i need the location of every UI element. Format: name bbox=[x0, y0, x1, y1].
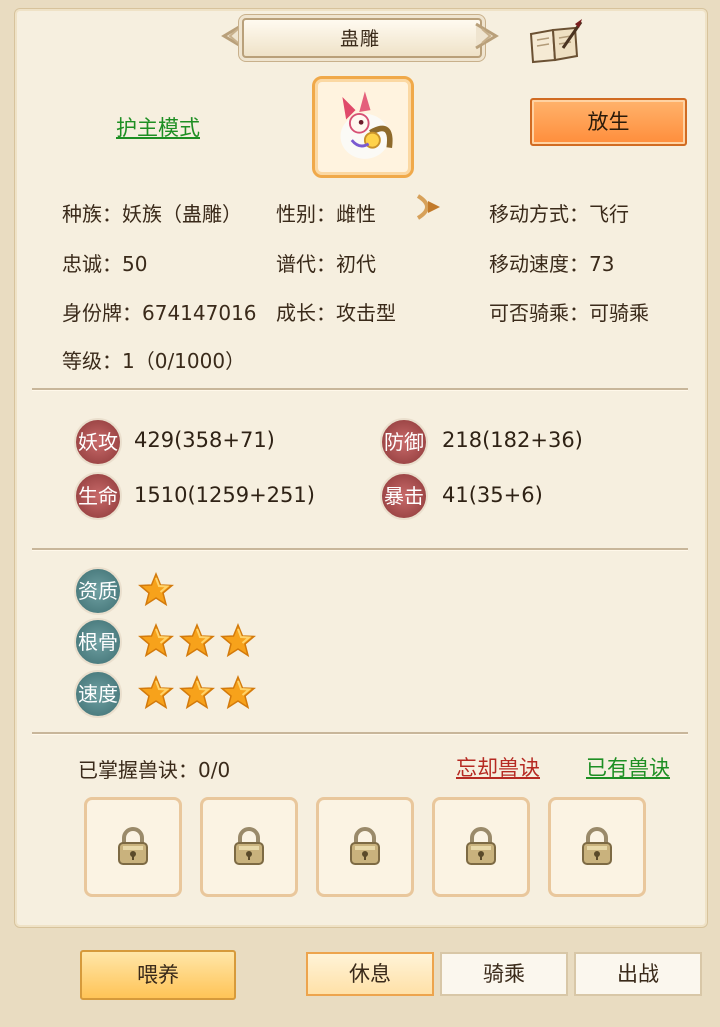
tab-ride[interactable]: 骑乘 bbox=[440, 952, 568, 996]
owned-skills-link[interactable]: 已有兽诀 bbox=[586, 752, 670, 782]
star-icon bbox=[220, 675, 256, 711]
gender-info: 性别：雌性 bbox=[276, 202, 376, 226]
release-button[interactable]: 放生 bbox=[530, 98, 687, 146]
defense-badge: 防御 bbox=[380, 418, 428, 466]
skill-slot[interactable] bbox=[84, 797, 182, 897]
attack-badge: 妖攻 bbox=[74, 418, 122, 466]
star-icon bbox=[220, 623, 256, 659]
divider bbox=[32, 548, 688, 551]
skill-slot[interactable] bbox=[200, 797, 298, 897]
book-quill-icon[interactable] bbox=[527, 18, 583, 64]
pet-creature-image bbox=[340, 91, 393, 159]
feed-button[interactable]: 喂养 bbox=[80, 950, 236, 1000]
forget-skill-link[interactable]: 忘却兽诀 bbox=[456, 752, 540, 782]
pet-portrait[interactable] bbox=[312, 76, 414, 178]
aptitude-badge: 资质 bbox=[74, 567, 122, 615]
crit-value: 41(35+6) bbox=[442, 483, 543, 507]
guard-mode-link[interactable]: 护主模式 bbox=[116, 112, 200, 142]
tab-rest[interactable]: 休息 bbox=[306, 952, 434, 996]
growth-info: 成长：攻击型 bbox=[276, 301, 396, 325]
star-icon bbox=[138, 623, 174, 659]
level-info: 等级：1（0/1000） bbox=[62, 349, 246, 373]
arrow-right-icon[interactable] bbox=[414, 192, 448, 222]
hp-value: 1510(1259+251) bbox=[134, 483, 315, 507]
divider bbox=[32, 388, 688, 391]
attack-value: 429(358+71) bbox=[134, 428, 275, 452]
star-icon bbox=[179, 675, 215, 711]
loyalty-info: 忠诚：50 bbox=[62, 252, 148, 276]
speed-badge: 速度 bbox=[74, 670, 122, 718]
rideable-info: 可否骑乘：可骑乘 bbox=[489, 301, 649, 325]
star-icon bbox=[138, 675, 174, 711]
lineage-info: 谱代：初代 bbox=[276, 252, 376, 276]
defense-value: 218(182+36) bbox=[442, 428, 583, 452]
skill-slot[interactable] bbox=[316, 797, 414, 897]
skill-slot[interactable] bbox=[432, 797, 530, 897]
movement-info: 移动方式：飞行 bbox=[489, 202, 629, 226]
bone-badge: 根骨 bbox=[74, 618, 122, 666]
crit-badge: 暴击 bbox=[380, 472, 428, 520]
page-title: 蛊雕 bbox=[339, 28, 380, 50]
hp-badge: 生命 bbox=[74, 472, 122, 520]
title-plate: 蛊雕 bbox=[216, 12, 504, 62]
star-icon bbox=[138, 572, 174, 608]
move-speed-info: 移动速度：73 bbox=[489, 252, 615, 276]
skill-slot[interactable] bbox=[548, 797, 646, 897]
star-icon bbox=[179, 623, 215, 659]
id-tag-info: 身份牌：674147016 bbox=[62, 301, 257, 325]
tab-battle[interactable]: 出战 bbox=[574, 952, 702, 996]
divider bbox=[32, 732, 688, 735]
species-info: 种族：妖族（蛊雕） bbox=[62, 202, 242, 226]
mastered-skills-text: 已掌握兽诀：0/0 bbox=[78, 758, 231, 782]
